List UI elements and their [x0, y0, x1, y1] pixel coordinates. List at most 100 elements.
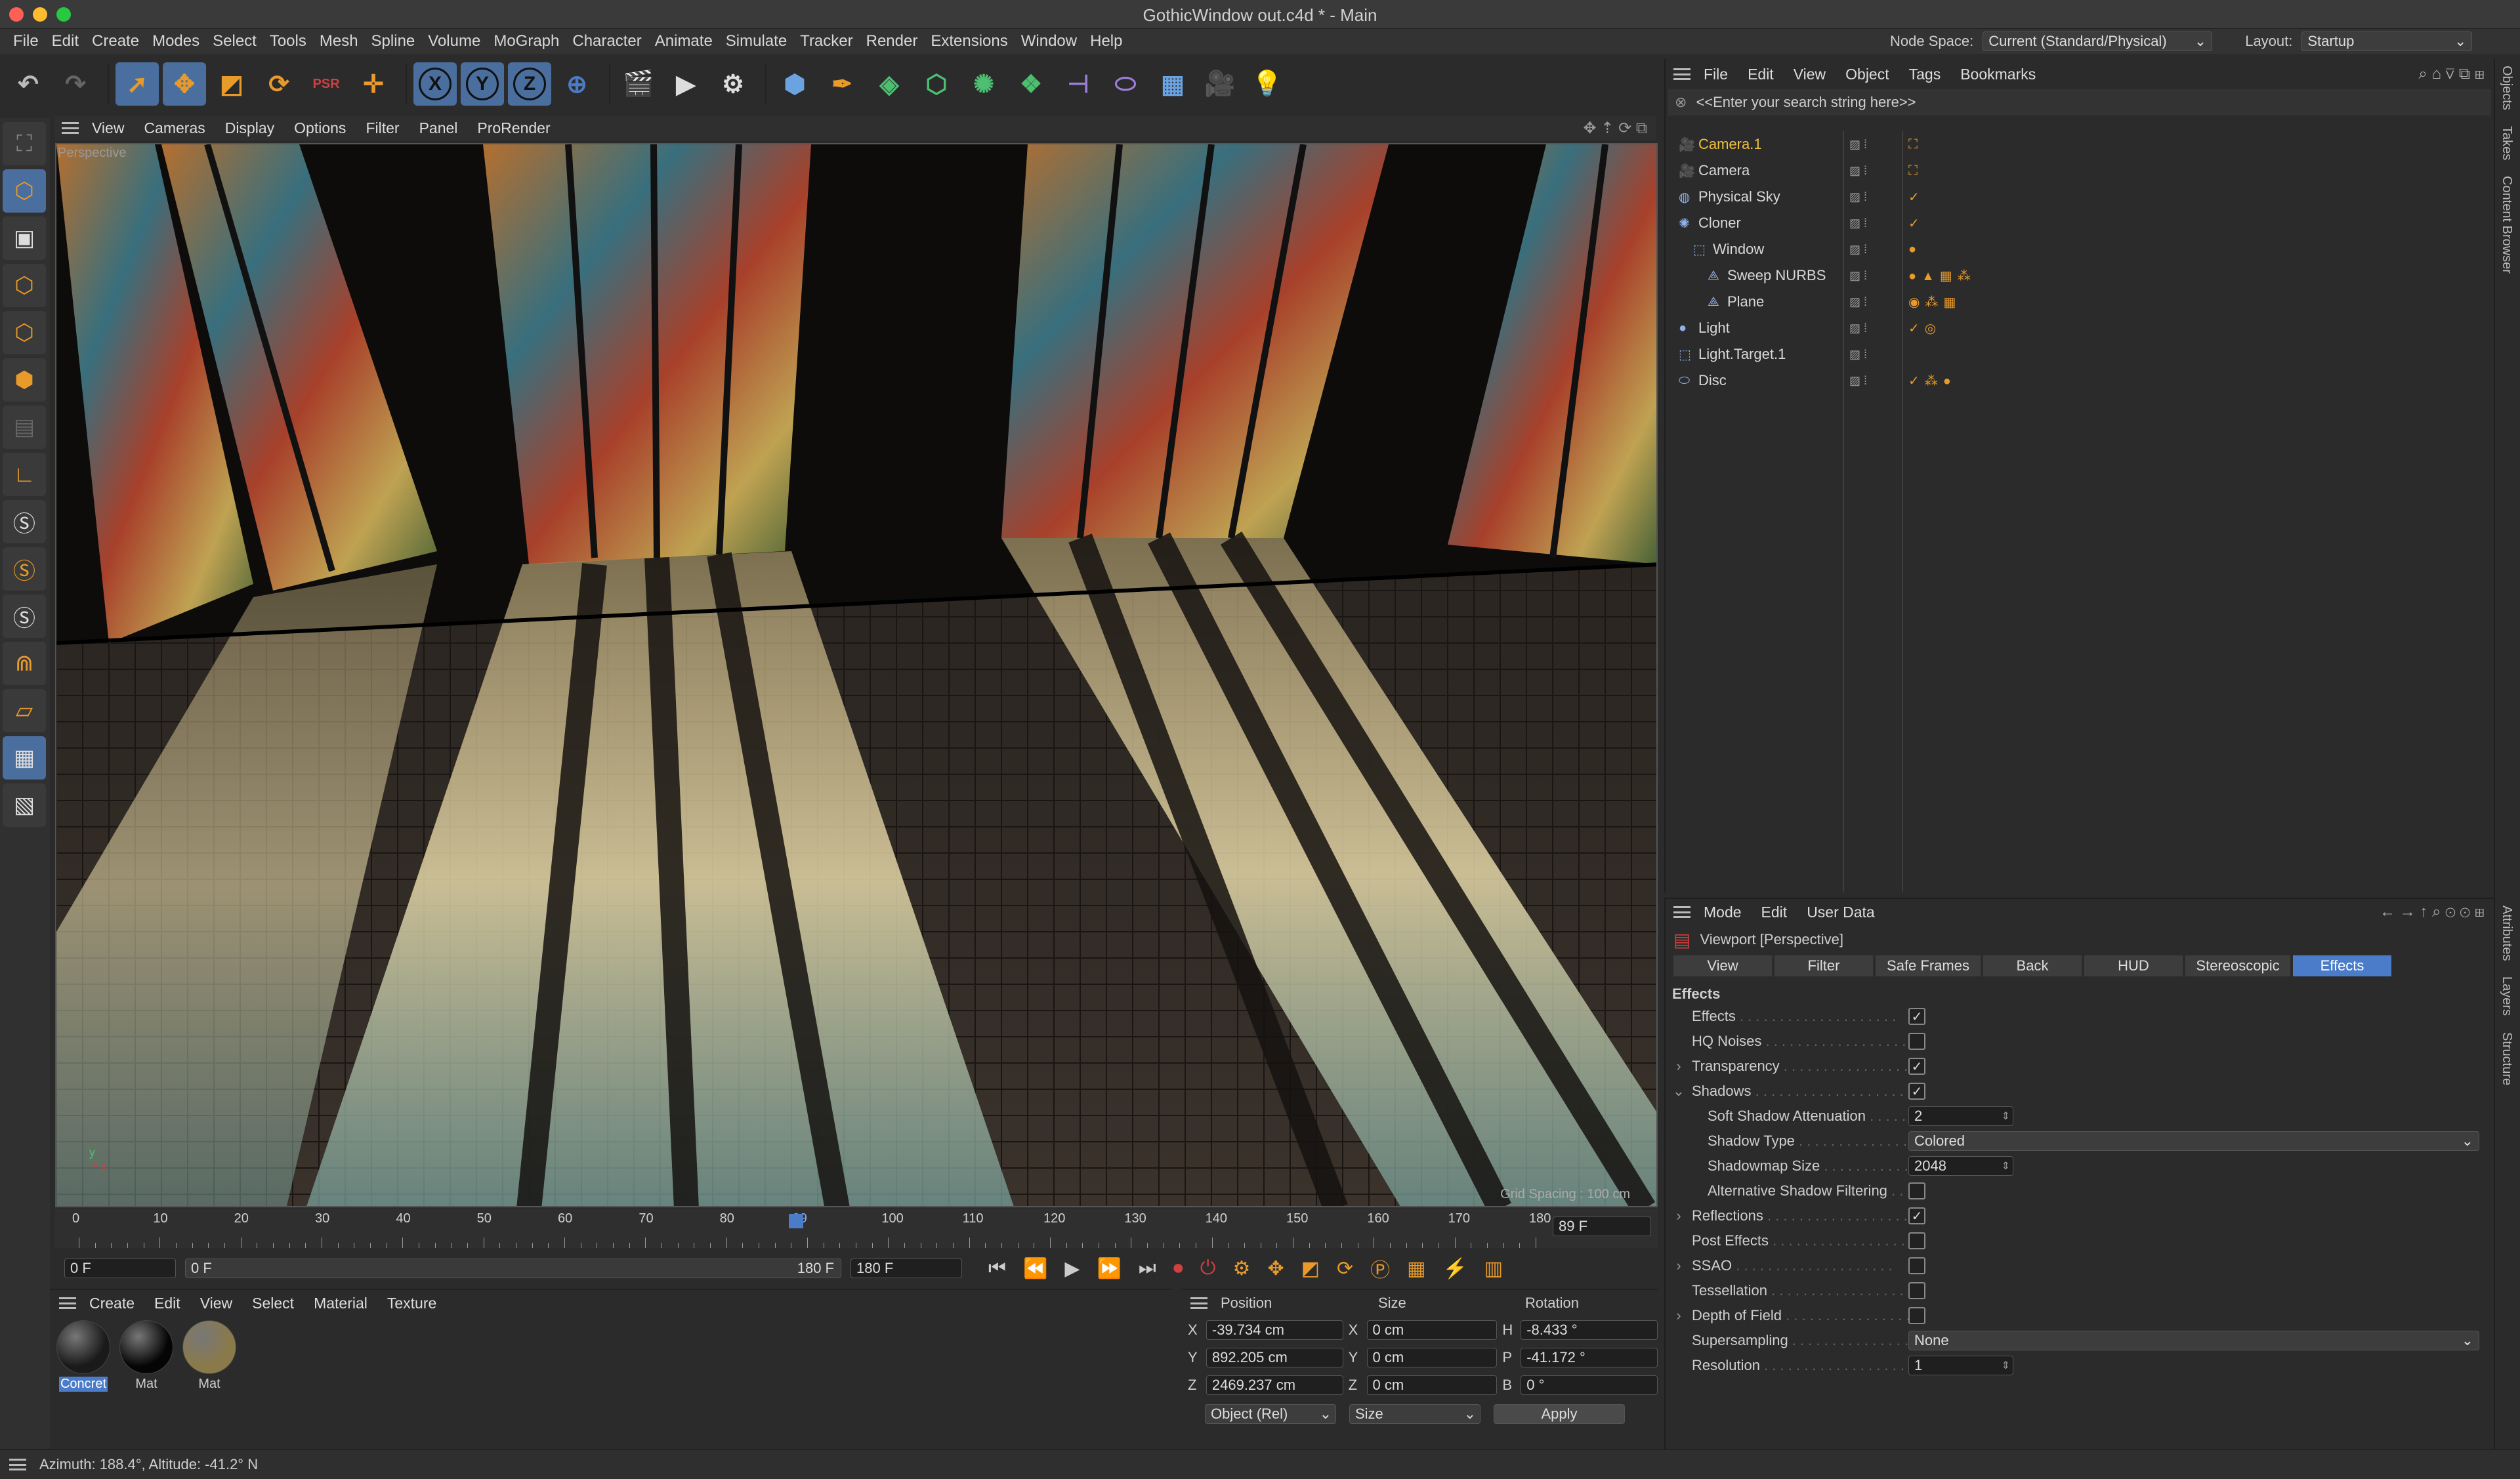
tag-icon[interactable]: ⛶ — [1908, 137, 1923, 152]
material-menu-select[interactable]: Select — [252, 1295, 294, 1312]
object-menu-bookmarks[interactable]: Bookmarks — [1960, 66, 2036, 83]
side-tab-layers[interactable]: Layers — [2500, 976, 2514, 1016]
live-selection-icon[interactable]: ➚ — [116, 62, 159, 106]
light-icon[interactable]: 💡 — [1246, 62, 1289, 106]
viewport-menu-options[interactable]: Options — [294, 119, 346, 137]
key-settings-icon[interactable]: ⚙ — [1233, 1257, 1251, 1280]
menu-help[interactable]: Help — [1090, 32, 1122, 51]
material-menu-create[interactable]: Create — [89, 1295, 135, 1312]
cube-icon[interactable]: ⬢ — [773, 62, 816, 106]
visibility-toggle[interactable]: ▨ ⁞ — [1849, 295, 1908, 309]
coordinate-system-icon[interactable]: ⊕ — [555, 62, 598, 106]
position-z-field[interactable]: 2469.237 cm — [1206, 1375, 1343, 1395]
expander-icon[interactable]: › — [1666, 1207, 1692, 1224]
object-search-input[interactable]: <<Enter your search string here>> — [1696, 94, 1916, 111]
play-icon[interactable]: ▶ — [1064, 1257, 1080, 1280]
attribute-menu-edit[interactable]: Edit — [1761, 904, 1788, 921]
object-row-cloner[interactable]: ✺ Cloner ▨ ⁞ ✓ — [1666, 210, 2495, 236]
material-swatch[interactable]: Mat — [118, 1320, 175, 1392]
object-row-window[interactable]: ⬚ Window ▨ ⁞ ● — [1666, 236, 2495, 262]
attribute-menu-user-data[interactable]: User Data — [1807, 904, 1875, 921]
visibility-toggle[interactable]: ▨ ⁞ — [1849, 348, 1908, 362]
undo-icon[interactable]: ↶ — [7, 62, 50, 106]
visibility-toggle[interactable]: ▨ ⁞ — [1849, 374, 1908, 388]
cloner-icon[interactable]: ✺ — [962, 62, 1005, 106]
menu-edit[interactable]: Edit — [52, 32, 79, 51]
end-frame-field[interactable]: 180 F — [850, 1259, 962, 1278]
object-row-sweep-nurbs[interactable]: ⟁ Sweep NURBS ▨ ⁞ ●▲▦⁂ — [1666, 262, 2495, 289]
expander-icon[interactable]: › — [1666, 1257, 1692, 1274]
object-menu-tags[interactable]: Tags — [1909, 66, 1941, 83]
playhead[interactable] — [789, 1214, 803, 1228]
side-tab-objects[interactable]: Objects — [2500, 66, 2514, 110]
expander-icon[interactable]: › — [1666, 1058, 1692, 1075]
menu-volume[interactable]: Volume — [428, 32, 480, 51]
start-frame-field[interactable]: 0 F — [64, 1259, 176, 1278]
hamburger-icon[interactable] — [62, 122, 79, 134]
tag-icon[interactable]: ◎ — [1925, 322, 1941, 336]
psr-icon[interactable]: PSR — [304, 62, 348, 106]
ssao-checkbox[interactable] — [1908, 1257, 1925, 1274]
material-name[interactable]: Concret — [58, 1377, 108, 1392]
perspective-viewport[interactable]: Perspective Grid Spacing : 100 cm y └ x — [55, 143, 1658, 1207]
reflections-checkbox[interactable]: ✓ — [1908, 1207, 1925, 1224]
size-x-field[interactable]: 0 cm — [1366, 1320, 1498, 1340]
hamburger-icon[interactable] — [59, 1297, 76, 1309]
material-name[interactable]: Mat — [198, 1377, 220, 1392]
node-space-dropdown[interactable]: Current (Standard/Physical) ⌄ — [1983, 31, 2213, 51]
solo-off-icon[interactable]: Ⓢ — [3, 500, 46, 543]
rotation-h-field[interactable]: -8.433 ° — [1521, 1320, 1658, 1340]
viewport-menu-prorender[interactable]: ProRender — [477, 119, 550, 137]
tab-safe-frames[interactable]: Safe Frames — [1876, 955, 1981, 976]
tag-icon[interactable]: ⁂ — [1925, 374, 1943, 388]
hamburger-icon[interactable] — [1190, 1297, 1208, 1309]
key-param-icon[interactable]: Ⓟ — [1370, 1254, 1390, 1283]
scheme-icon[interactable]: ⚡ — [1442, 1257, 1467, 1280]
move-icon[interactable]: ✥ — [163, 62, 206, 106]
viewport-menu-panel[interactable]: Panel — [419, 119, 458, 137]
menu-spline[interactable]: Spline — [371, 32, 415, 51]
axis-mode-icon[interactable]: ∟ — [3, 453, 46, 496]
menu-animate[interactable]: Animate — [655, 32, 713, 51]
menu-mograph[interactable]: MoGraph — [494, 32, 559, 51]
tag-icon[interactable]: ● — [1943, 374, 1956, 388]
timeline-icon[interactable]: ▥ — [1484, 1257, 1503, 1280]
camera-icon[interactable]: 🎥 — [1198, 62, 1242, 106]
extrude-icon[interactable]: ⬡ — [915, 62, 958, 106]
effects-checkbox[interactable]: ✓ — [1908, 1008, 1925, 1025]
timeline-ruler[interactable]: 0102030405060708089100110120130140150160… — [55, 1209, 1658, 1248]
tag-icon[interactable]: ✓ — [1908, 190, 1925, 205]
menu-character[interactable]: Character — [572, 32, 641, 51]
object-row-camera-1[interactable]: 🎥 Camera.1 ▨ ⁞ ⛶ — [1666, 131, 2495, 157]
go-to-end-icon[interactable]: ⏭ — [1139, 1257, 1156, 1280]
visibility-toggle[interactable]: ▨ ⁞ — [1849, 190, 1908, 204]
object-name[interactable]: Physical Sky — [1698, 188, 1849, 205]
object-name[interactable]: Cloner — [1698, 215, 1849, 232]
menu-window[interactable]: Window — [1021, 32, 1077, 51]
depth-of-field-checkbox[interactable] — [1908, 1307, 1925, 1324]
planar-workplane-icon[interactable]: ▧ — [3, 783, 46, 827]
visibility-toggle[interactable]: ▨ ⁞ — [1849, 243, 1908, 257]
key-move-icon[interactable]: ✥ — [1267, 1257, 1284, 1280]
object-manager-tools[interactable]: ⌕ ⌂ ⊽ ⧉ ⊞ — [2418, 65, 2485, 83]
viewport-menu-display[interactable]: Display — [225, 119, 274, 137]
soft-shadow-attenuation-field[interactable]: 2 ⇕ — [1908, 1106, 2013, 1126]
tag-icon[interactable]: ⛶ — [1908, 163, 1923, 178]
rotation-p-field[interactable]: -41.172 ° — [1521, 1348, 1658, 1367]
tab-back[interactable]: Back — [1983, 955, 2082, 976]
visibility-toggle[interactable]: ▨ ⁞ — [1849, 164, 1908, 178]
redo-icon[interactable]: ↷ — [54, 62, 97, 106]
viewport-menu-cameras[interactable]: Cameras — [144, 119, 205, 137]
model-mode-icon[interactable]: ⬡ — [3, 169, 46, 213]
z-axis-button[interactable]: Z — [508, 62, 551, 106]
x-axis-button[interactable]: X — [413, 62, 457, 106]
object-name[interactable]: Window — [1713, 241, 1849, 258]
apply-button[interactable]: Apply — [1494, 1404, 1625, 1424]
render-settings-icon[interactable]: ⚙ — [711, 62, 755, 106]
expander-icon[interactable]: › — [1666, 1307, 1692, 1324]
material-menu-material[interactable]: Material — [314, 1295, 368, 1312]
menu-render[interactable]: Render — [866, 32, 918, 51]
render-view-icon[interactable]: 🎬 — [617, 62, 660, 106]
alternative-shadow-filtering-checkbox[interactable] — [1908, 1182, 1925, 1199]
previous-key-icon[interactable]: ⏪ — [1023, 1257, 1047, 1280]
